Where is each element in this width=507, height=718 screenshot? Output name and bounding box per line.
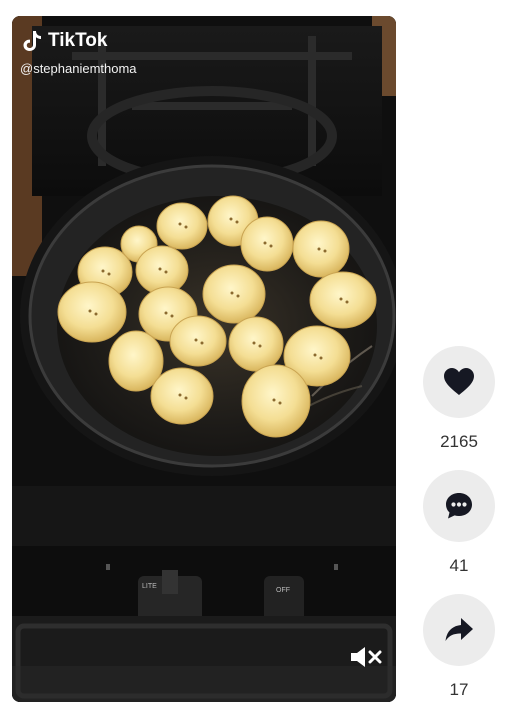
brand-name: TikTok <box>48 30 108 51</box>
mute-button[interactable] <box>348 644 384 670</box>
comment-button[interactable] <box>423 470 495 542</box>
speaker-muted-icon <box>351 647 382 667</box>
tiktok-note-icon <box>23 31 41 51</box>
share-count: 17 <box>449 680 469 699</box>
video-player[interactable]: LITE OFF TikTok @stephaniemthoma <box>12 16 396 702</box>
svg-text:OFF: OFF <box>276 587 290 594</box>
video-frame: LITE OFF <box>12 16 396 702</box>
like-count: 2165 <box>440 432 478 451</box>
author-handle[interactable]: @stephaniemthoma <box>20 61 137 76</box>
share-button[interactable] <box>423 594 495 666</box>
like-button[interactable] <box>423 346 495 418</box>
tiktok-brand: TikTok <box>22 30 107 52</box>
comment-count: 41 <box>449 556 469 575</box>
comment-icon <box>446 493 472 519</box>
svg-text:LITE: LITE <box>142 583 157 590</box>
share-arrow-icon <box>445 618 473 641</box>
share-action: 17 <box>420 594 498 700</box>
heart-icon <box>444 368 474 395</box>
like-action: 2165 <box>420 346 498 452</box>
comment-action: 41 <box>420 470 498 576</box>
